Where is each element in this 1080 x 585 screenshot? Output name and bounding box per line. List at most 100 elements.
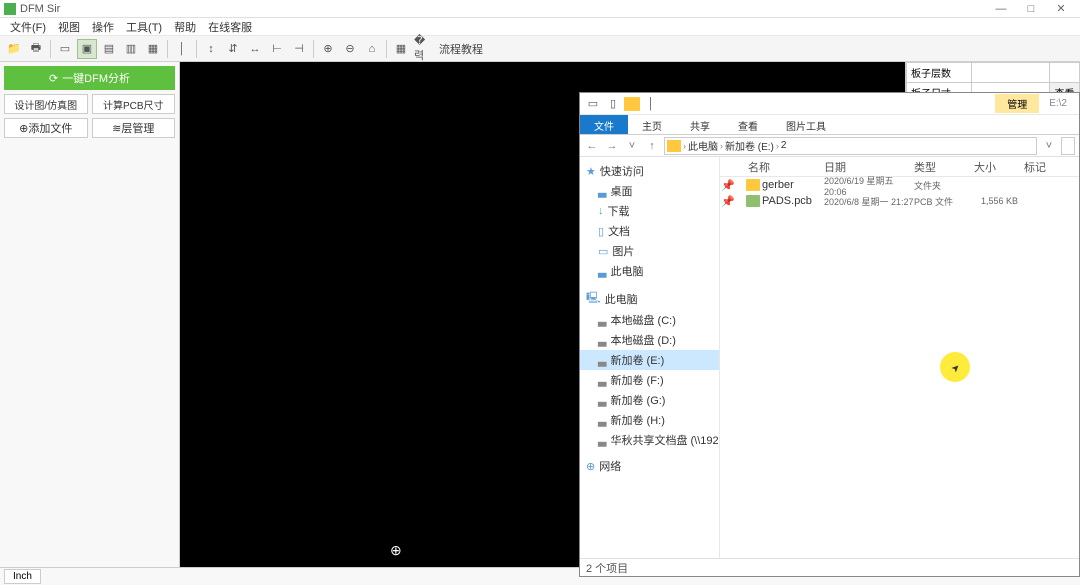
zoom-out-icon[interactable]: ⊖	[340, 39, 360, 59]
measure-icon[interactable]: ⊣	[289, 39, 309, 59]
col-size[interactable]: 大小	[974, 159, 1024, 175]
tree-disk-h[interactable]: ▃新加卷 (H:)	[580, 410, 719, 430]
left-panel: ⟳ 一键DFM分析 设计图/仿真图 计算PCB尺寸 ⊕ 添加文件 ≋ 层管理	[0, 62, 180, 567]
up-button[interactable]: ↑	[644, 140, 660, 152]
tree-disk-c[interactable]: ▃本地磁盘 (C:)	[580, 310, 719, 330]
menu-help[interactable]: 帮助	[168, 19, 202, 35]
file-icon	[746, 195, 760, 207]
open-icon[interactable]: 📁	[4, 39, 24, 59]
layout3-icon[interactable]: ▤	[99, 39, 119, 59]
crumb-pc[interactable]: 此电脑	[688, 138, 718, 153]
col-name[interactable]: 名称	[736, 159, 824, 175]
tree-disk-g[interactable]: ▃新加卷 (G:)	[580, 390, 719, 410]
ribbon-pic-tools[interactable]: 图片工具	[772, 115, 840, 134]
menu-operate[interactable]: 操作	[86, 19, 120, 35]
ribbon-view[interactable]: 查看	[724, 115, 772, 134]
tree-boot[interactable]: ▃此电脑	[580, 261, 719, 281]
tree-documents[interactable]: ▯文档	[580, 221, 719, 241]
pin-icon: 📌	[720, 195, 736, 208]
layout5-icon[interactable]: ▦	[143, 39, 163, 59]
col-date[interactable]: 日期	[824, 159, 914, 175]
col-tag[interactable]: 标记	[1024, 159, 1079, 175]
crumb-drive[interactable]: 新加卷 (E:)	[725, 138, 774, 153]
back-button[interactable]: ←	[584, 140, 600, 152]
tutorial-link[interactable]: 流程教程	[435, 41, 487, 57]
network-icon: ⊕	[586, 460, 595, 473]
board-layers-value	[972, 63, 1050, 83]
calc-pcb-button[interactable]: 计算PCB尺寸	[92, 94, 176, 114]
layout2-icon[interactable]: ▣	[77, 39, 97, 59]
move-down-icon[interactable]: ⇵	[223, 39, 243, 59]
tree-downloads[interactable]: ↓下载	[580, 201, 719, 221]
maximize-button[interactable]: □	[1016, 3, 1046, 15]
picture-icon: ▭	[598, 245, 608, 258]
chevron-right-icon: ›	[720, 141, 723, 151]
col-type[interactable]: 类型	[914, 159, 974, 175]
add-file-label: 添加文件	[28, 120, 72, 136]
menu-online[interactable]: 在线客服	[202, 19, 258, 35]
layers-icon: ≋	[112, 122, 121, 135]
explorer-status: 2 个项目	[580, 558, 1079, 576]
folder-icon	[624, 97, 640, 111]
tree-disk-f[interactable]: ▃新加卷 (F:)	[580, 370, 719, 390]
exp-tab-icon2[interactable]: ▯	[604, 96, 622, 112]
ribbon-home[interactable]: 主页	[628, 115, 676, 134]
close-button[interactable]: ✕	[1046, 2, 1076, 15]
tree-disk-d[interactable]: ▃本地磁盘 (D:)	[580, 330, 719, 350]
layer-mgmt-button[interactable]: ≋ 层管理	[92, 118, 176, 138]
menu-view[interactable]: 视图	[52, 19, 86, 35]
chevron-right-icon: ›	[683, 141, 686, 151]
addr-dropdown[interactable]: ˅	[1041, 140, 1057, 152]
tree-quick-access[interactable]: ★快速访问	[580, 161, 719, 181]
file-name: PADS.pcb	[762, 195, 824, 207]
exp-tab-icon1[interactable]: ▭	[584, 96, 602, 112]
menubar: 文件(F) 视图 操作 工具(T) 帮助 在线客服	[0, 18, 1080, 36]
pc-icon: ▃	[598, 265, 606, 278]
layout1-icon[interactable]: ▭	[55, 39, 75, 59]
disk-icon: ▃	[598, 434, 606, 447]
explorer-body: ★快速访问 ▃桌面 ↓下载 ▯文档 ▭图片 ▃此电脑 🖳此电脑 ▃本地磁盘 (C…	[580, 157, 1079, 558]
tree-pictures[interactable]: ▭图片	[580, 241, 719, 261]
crosshair-icon: ⊕	[390, 542, 402, 559]
addr-folder-icon	[667, 140, 681, 152]
toolbar: 📁 🖶 ▭ ▣ ▤ ▥ ▦ │ ↕ ⇵ ↔ ⊢ ⊣ ⊕ ⊖ ⌂ ▦ �력 流程教…	[0, 36, 1080, 62]
share-icon[interactable]: �력	[413, 39, 433, 59]
layout4-icon[interactable]: ▥	[121, 39, 141, 59]
menu-tools[interactable]: 工具(T)	[120, 19, 168, 35]
design-sim-button[interactable]: 设计图/仿真图	[4, 94, 88, 114]
disk-icon: ▃	[598, 334, 606, 347]
tree-share-disk[interactable]: ▃华秋共享文档盘 (\\192.168.13.188) (	[580, 430, 719, 450]
tree-network[interactable]: ⊕网络	[580, 456, 719, 476]
tree-this-pc[interactable]: 🖳此电脑	[580, 287, 719, 310]
forward-button[interactable]: →	[604, 140, 620, 152]
width-icon[interactable]: ↔	[245, 39, 265, 59]
menu-file[interactable]: 文件(F)	[4, 19, 52, 35]
print-icon[interactable]: 🖶	[26, 39, 46, 59]
recent-button[interactable]: ˅	[624, 140, 640, 152]
crumb-folder[interactable]: 2	[781, 140, 787, 151]
home-icon[interactable]: ⌂	[362, 39, 382, 59]
zoom-in-icon[interactable]: ⊕	[318, 39, 338, 59]
dfm-analyze-button[interactable]: ⟳ 一键DFM分析	[4, 66, 175, 90]
management-tab[interactable]: 管理	[995, 94, 1039, 113]
file-row[interactable]: 📌 PADS.pcb 2020/6/8 星期一 21:27 PCB 文件 1,5…	[720, 193, 1079, 209]
unit-button[interactable]: Inch	[4, 569, 41, 584]
plus-icon: ⊕	[19, 122, 28, 135]
tree-desktop[interactable]: ▃桌面	[580, 181, 719, 201]
file-row[interactable]: 📌 gerber 2020/6/19 星期五 20:06 文件夹	[720, 177, 1079, 193]
explorer-address-bar: ← → ˅ ↑ › 此电脑 › 新加卷 (E:) › 2 ˅	[580, 135, 1079, 157]
pc-icon: 🖳	[586, 289, 601, 308]
minimize-button[interactable]: —	[986, 3, 1016, 15]
ribbon-file[interactable]: 文件	[580, 115, 628, 134]
desktop-icon: ▃	[598, 185, 606, 198]
add-file-button[interactable]: ⊕ 添加文件	[4, 118, 88, 138]
address-field[interactable]: › 此电脑 › 新加卷 (E:) › 2	[664, 137, 1037, 155]
vline-icon[interactable]: │	[172, 39, 192, 59]
move-up-icon[interactable]: ↕	[201, 39, 221, 59]
ruler-icon[interactable]: ⊢	[267, 39, 287, 59]
settings-icon[interactable]: ▦	[391, 39, 411, 59]
search-input[interactable]	[1061, 137, 1075, 155]
ribbon-share[interactable]: 共享	[676, 115, 724, 134]
tree-disk-e[interactable]: ▃新加卷 (E:)	[580, 350, 719, 370]
titlebar: DFM Sir — □ ✕	[0, 0, 1080, 18]
